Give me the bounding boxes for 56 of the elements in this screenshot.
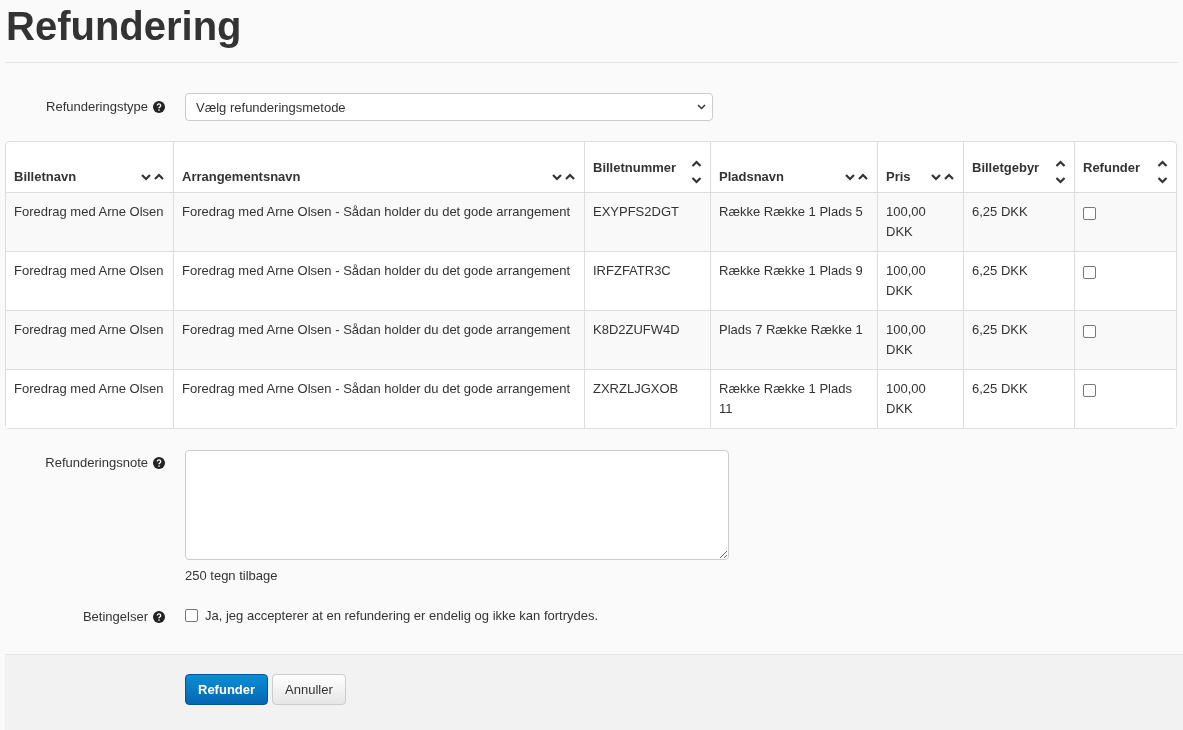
field-label: Betingelser [82,609,148,624]
column-header: Refunder [1083,160,1141,175]
refund-method-select[interactable]: Vælg refunderingsmetode [185,93,713,121]
terms-text: Ja, jeg accepterer at en refundering er endelig og ikke kan fortrydes. [205,608,599,623]
table-cell: Foredrag med Arne Olsen [14,263,164,278]
column-header: Billetgebyr [972,160,1040,175]
chevron-down-icon [697,104,706,110]
table-cell: 100,00 DKK [886,322,926,357]
page-title: Refundering [5,3,243,50]
sort-icon[interactable] [931,172,955,181]
table-cell: EXYPFS2DGT [593,204,679,219]
refund-button[interactable]: Refunder [185,674,269,705]
column-header: Pladsnavn [719,169,785,184]
table-cell: Foredrag med Arne Olsen - Sådan holder du det gode arrangement [182,322,571,337]
sort-icon[interactable] [1055,160,1066,184]
table-cell: 6,25 DKK [972,322,1028,337]
refund-checkbox[interactable] [1083,207,1096,220]
sort-icon[interactable] [1157,160,1168,184]
table-cell: 6,25 DKK [972,381,1028,396]
help-icon [153,100,165,113]
terms-checkbox[interactable] [185,609,198,622]
table-cell: Foredrag med Arne Olsen [14,204,164,219]
sort-icon[interactable] [845,172,869,181]
help-icon [153,456,165,469]
column-header: Billetnummer [593,160,677,175]
refund-checkbox[interactable] [1083,325,1096,338]
table-cell: Række Række 1 Plads 9 [719,263,863,278]
table-cell: Række Række 1 Plads 11 [719,381,852,416]
table-cell: Række Række 1 Plads 5 [719,204,863,219]
table-cell: Foredrag med Arne Olsen [14,381,164,396]
sort-icon[interactable] [552,172,576,181]
refund-checkbox[interactable] [1083,266,1096,279]
table-cell: 100,00 DKK [886,204,926,239]
table-cell: ZXRZLJGXOB [593,381,679,396]
help-icon [153,610,165,623]
field-label: Refunderingstype [46,99,148,114]
table-cell: K8D2ZUFW4D [593,322,680,337]
sort-icon[interactable] [141,172,165,181]
table-cell: Foredrag med Arne Olsen - Sådan holder du det gode arrangement [182,263,571,278]
table-cell: IRFZFATR3C [593,263,671,278]
column-header: Arrangementsnavn [182,169,301,184]
table-cell: Foredrag med Arne Olsen - Sådan holder du det gode arrangement [182,204,571,219]
table-cell: Foredrag med Arne Olsen [14,322,164,337]
character-counter: 250 tegn tilbage [185,568,279,583]
field-label: Refunderingsnote [45,455,148,470]
table-cell: 6,25 DKK [972,204,1028,219]
table-cell: 100,00 DKK [886,263,926,298]
table-cell: Foredrag med Arne Olsen - Sådan holder du det gode arrangement [182,381,571,396]
sort-icon[interactable] [691,160,702,184]
column-header: Pris [886,169,911,184]
table-cell: Plads 7 Række Række 1 [719,322,863,337]
table-cell: 100,00 DKK [886,381,926,416]
cancel-button[interactable]: Annuller [272,674,346,705]
column-header: Billetnavn [14,169,77,184]
table-cell: 6,25 DKK [972,263,1028,278]
refund-checkbox[interactable] [1083,384,1096,397]
